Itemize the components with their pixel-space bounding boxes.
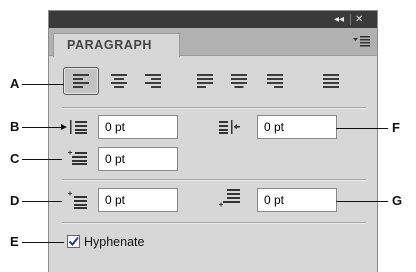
callout-e-line (22, 242, 64, 243)
divider (62, 222, 366, 224)
divider (62, 179, 366, 181)
callout-b-arrow (61, 124, 67, 130)
callout-a-line (22, 84, 64, 85)
align-right-button[interactable] (135, 67, 171, 95)
justify-last-left-button[interactable] (187, 67, 223, 95)
callout-c: C (10, 151, 20, 166)
hyphenate-label: Hyphenate (84, 235, 145, 249)
callout-g-line (336, 201, 388, 202)
callout-f-line (336, 128, 388, 129)
callout-b: B (10, 119, 20, 134)
align-right-icon (145, 74, 161, 88)
space-after-icon (219, 189, 240, 207)
space-before-icon (68, 191, 87, 209)
space-before-field[interactable]: 0 pt (98, 188, 178, 212)
align-center-icon (111, 74, 127, 88)
justify-last-center-icon (231, 74, 247, 88)
justify-last-center-button[interactable] (221, 67, 257, 95)
callout-d-line (22, 201, 62, 202)
divider (62, 107, 366, 109)
justify-all-button[interactable] (313, 67, 349, 95)
callout-g: G (392, 193, 403, 208)
hyphenate-checkbox[interactable] (67, 235, 80, 248)
paragraph-panel: ◂◂ ✕ PARAGRAPH 0 pt 0 pt 0 pt 0 pt 0 pt … (48, 10, 378, 272)
close-icon[interactable]: ✕ (355, 12, 363, 27)
align-center-button[interactable] (101, 67, 137, 95)
callout-a: A (10, 76, 20, 91)
panel-titlebar: ◂◂ ✕ (49, 11, 377, 28)
right-indent-icon (219, 120, 240, 134)
justify-last-right-button[interactable] (257, 67, 293, 95)
tab-strip: PARAGRAPH (49, 28, 377, 57)
tab-paragraph[interactable]: PARAGRAPH (53, 33, 180, 57)
justify-last-right-icon (267, 74, 283, 88)
left-indent-field[interactable]: 0 pt (98, 115, 178, 139)
justify-last-left-icon (197, 74, 213, 88)
callout-f: F (392, 120, 400, 135)
left-indent-icon (70, 120, 87, 134)
justify-all-icon (323, 74, 339, 88)
titlebar-separator (350, 14, 351, 25)
first-line-indent-icon (68, 150, 87, 165)
callout-e: E (10, 234, 19, 249)
right-indent-field[interactable]: 0 pt (257, 115, 337, 139)
collapse-icon[interactable]: ◂◂ (334, 12, 344, 27)
callout-d: D (10, 193, 20, 208)
space-after-field[interactable]: 0 pt (257, 188, 337, 212)
callout-b-line (22, 127, 62, 128)
align-left-icon (73, 74, 89, 88)
panel-menu-icon[interactable] (353, 35, 371, 47)
callout-c-line (22, 159, 62, 160)
align-left-button[interactable] (63, 67, 99, 95)
first-line-indent-field[interactable]: 0 pt (98, 147, 178, 171)
checkmark-icon (68, 236, 79, 247)
